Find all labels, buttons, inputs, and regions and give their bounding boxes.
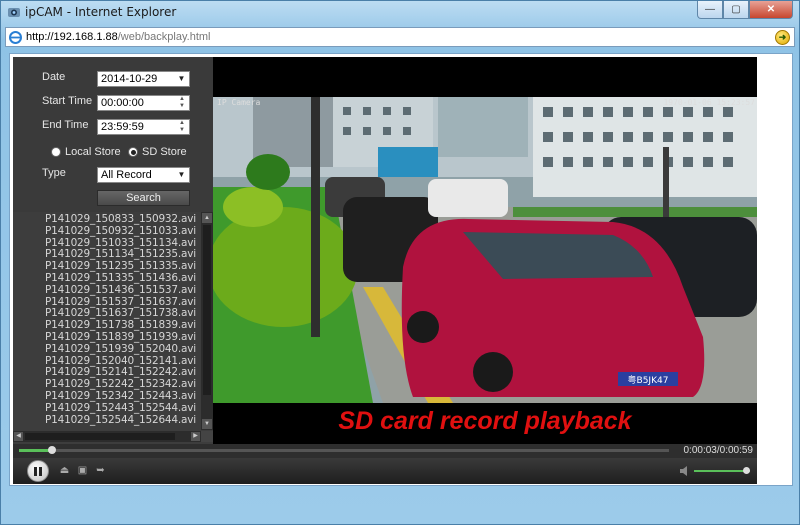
file-item[interactable]: P141029_152443_152544.avi (13, 402, 199, 415)
volume-slider[interactable] (694, 467, 750, 474)
seek-bar[interactable]: 0:00:03/0:00:59 (13, 444, 757, 458)
license-plate: 粤B5JK47 (628, 374, 669, 386)
seek-track[interactable] (19, 446, 669, 454)
pause-icon (39, 466, 42, 476)
type-select[interactable]: All Record ▼ (97, 167, 190, 183)
end-time-label: End Time (42, 119, 89, 131)
sd-store-label: SD Store (142, 146, 187, 158)
file-item[interactable]: P141029_152342_152443.avi (13, 390, 199, 403)
pause-icon (34, 466, 37, 476)
file-item[interactable]: P141029_151436_151537.avi (13, 284, 199, 297)
file-item[interactable]: P141029_151839_151939.avi (13, 331, 199, 344)
start-time-input[interactable]: 00:00:00 ▲ ▼ (97, 95, 190, 111)
radio-unchecked-icon (51, 147, 61, 157)
window-title: ipCAM - Internet Explorer (25, 5, 177, 19)
date-value: 2014-10-29 (101, 73, 158, 85)
browser-window: ipCAM - Internet Explorer — ▢ ✕ http://1… (0, 0, 800, 525)
close-button[interactable]: ✕ (749, 1, 793, 19)
date-label: Date (42, 71, 66, 83)
maximize-button[interactable]: ▢ (723, 1, 749, 19)
osd-camera-name: IP Camera (217, 98, 261, 107)
type-label: Type (42, 167, 66, 179)
seek-handle[interactable] (48, 446, 56, 454)
search-panel: Date 2014-10-29 ▼ Start Time 00:00:00 ▲ ▼… (13, 57, 213, 212)
type-value: All Record (101, 169, 152, 181)
ipcam-app-icon (8, 8, 20, 17)
minimize-button[interactable]: — (697, 1, 723, 19)
title-bar: ipCAM - Internet Explorer — ▢ ✕ (1, 1, 800, 23)
scroll-right-icon[interactable]: ▶ (191, 432, 200, 441)
camera-frame-image: 粤B5JK47 (213, 97, 757, 403)
url-host: http://192.168.1.88 (26, 31, 118, 43)
vertical-scrollbar[interactable]: ▲ ▼ (201, 212, 213, 430)
chevron-down-icon: ▼ (177, 170, 186, 179)
eject-icon[interactable]: ⏏ (59, 466, 70, 476)
compatibility-view-icon[interactable]: ➜ (775, 30, 790, 45)
playback-time: 0:00:03/0:00:59 (683, 445, 753, 456)
playback-caption: SD card record playback (338, 407, 632, 435)
local-store-label: Local Store (65, 146, 121, 158)
pause-button[interactable] (27, 460, 49, 482)
spinner-icon[interactable]: ▲ ▼ (176, 96, 188, 110)
local-store-radio[interactable]: Local Store (51, 146, 121, 158)
start-time-label: Start Time (42, 95, 93, 107)
file-item[interactable]: P141029_150932_151033.avi (13, 225, 199, 238)
file-item[interactable]: P141029_152544_152644.avi (13, 414, 199, 427)
video-player[interactable]: 粤B5JK47 IP Camera 1970-01-06 15:23:57 SD… (213, 57, 757, 444)
horizontal-scrollbar[interactable]: ◀ ▶ (13, 431, 201, 442)
scroll-up-icon[interactable]: ▲ (202, 213, 212, 223)
file-item[interactable]: P141029_151939_152040.avi (13, 343, 199, 356)
chevron-down-icon: ▼ (177, 74, 186, 83)
start-time-value: 00:00:00 (101, 97, 144, 109)
record-arrow-icon[interactable]: ➥ (95, 466, 106, 476)
end-time-value: 23:59:59 (101, 121, 144, 133)
file-item[interactable]: P141029_151335_151436.avi (13, 272, 199, 285)
address-bar[interactable]: http://192.168.1.88/web/backplay.html ➜ (5, 27, 795, 47)
page-content: Date 2014-10-29 ▼ Start Time 00:00:00 ▲ ▼… (9, 53, 793, 486)
radio-checked-icon (128, 147, 138, 157)
search-button[interactable]: Search (97, 190, 190, 206)
ie-page-icon (9, 31, 22, 44)
url-path: /web/backplay.html (117, 31, 211, 43)
spinner-icon[interactable]: ▲ ▼ (176, 120, 188, 134)
record-file-list[interactable]: P141029_150833_150932.avi P141029_150932_… (13, 212, 213, 444)
snapshot-icon[interactable]: ▣ (77, 466, 88, 476)
sd-store-radio[interactable]: SD Store (128, 146, 187, 158)
volume-handle[interactable] (743, 467, 750, 474)
file-items: P141029_150833_150932.avi P141029_150932_… (13, 213, 199, 427)
address-url: http://192.168.1.88/web/backplay.html (26, 31, 210, 43)
scroll-thumb[interactable] (203, 225, 211, 395)
volume-icon[interactable] (680, 466, 690, 476)
player-controls: ⏏ ▣ ➥ (13, 458, 757, 484)
date-select[interactable]: 2014-10-29 ▼ (97, 71, 190, 87)
caption-buttons: — ▢ ✕ (697, 1, 793, 19)
scroll-down-icon[interactable]: ▼ (202, 419, 212, 429)
end-time-input[interactable]: 23:59:59 ▲ ▼ (97, 119, 190, 135)
scroll-thumb[interactable] (25, 433, 175, 440)
scroll-left-icon[interactable]: ◀ (14, 432, 23, 441)
resize-grip (201, 431, 213, 442)
osd-timestamp: 1970-01-06 15:23:57 (663, 98, 755, 107)
